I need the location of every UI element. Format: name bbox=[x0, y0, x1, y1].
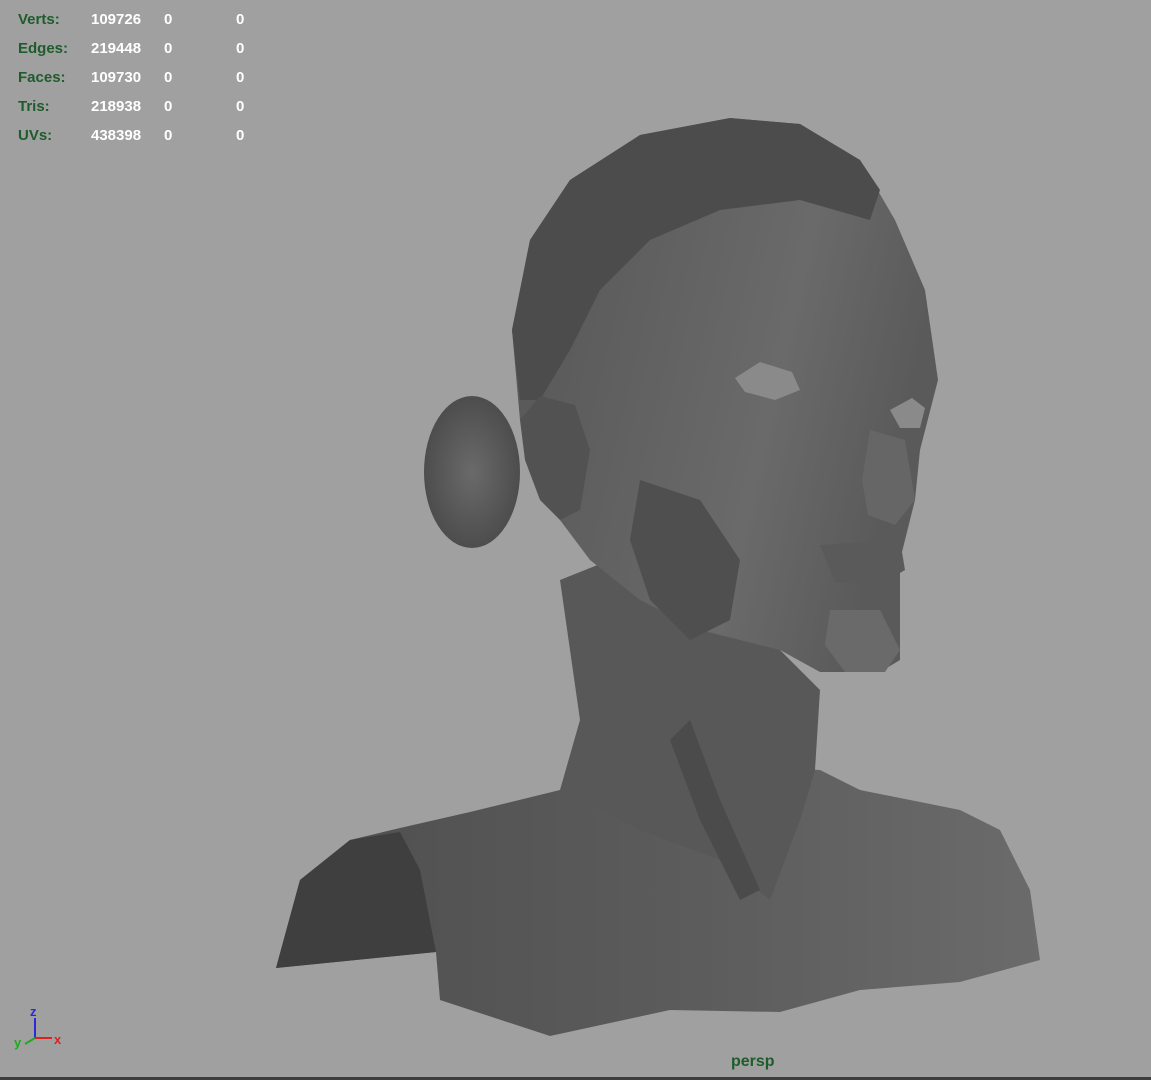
head-bust-model[interactable] bbox=[0, 0, 1151, 1080]
z-axis-label: z bbox=[30, 1004, 37, 1019]
mesh-hair-bun bbox=[424, 396, 520, 548]
y-axis-line bbox=[24, 1037, 36, 1045]
x-axis-label: x bbox=[54, 1032, 62, 1047]
3d-viewport[interactable]: Verts: 109726 0 0 Edges: 219448 0 0 Face… bbox=[0, 0, 1151, 1080]
y-axis-label: y bbox=[14, 1035, 22, 1050]
camera-label: persp bbox=[731, 1053, 775, 1070]
axis-gizmo: z x y bbox=[14, 1004, 62, 1050]
